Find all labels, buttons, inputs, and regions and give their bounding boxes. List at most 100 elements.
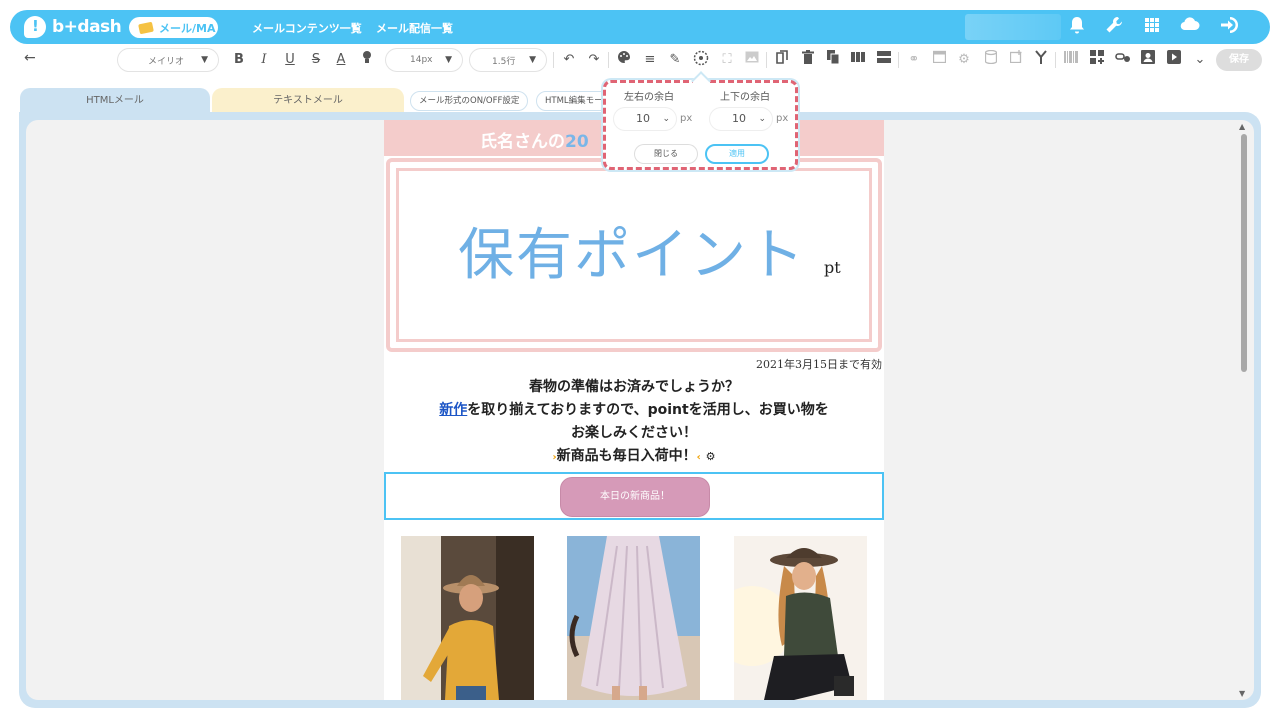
points-title: 保有ポイント (458, 223, 806, 288)
product-photo-2[interactable] (567, 536, 700, 700)
editor-frame: 氏名さんの20 保有ポイント pt 2021年3月15日まで有効 春物の準備はお… (19, 112, 1261, 708)
palette-icon[interactable] (615, 50, 633, 70)
line-height-select[interactable]: 1.5行 ▼ (470, 49, 546, 71)
tab-html-mail[interactable]: HTMLメール (20, 88, 210, 114)
scroll-up-arrow-icon[interactable]: ▲ (1239, 122, 1245, 131)
editor-canvas: 氏名さんの20 保有ポイント pt 2021年3月15日まで有効 春物の準備はお… (26, 120, 1254, 700)
mail-format-toggle-button[interactable]: メール形式のON/OFF設定 (410, 91, 529, 111)
padding-settings-popup: 左右の余白 上下の余白 10 ⌄ px 10 ⌄ px 閉じる 適用 (603, 80, 798, 170)
italic-icon[interactable]: I (255, 50, 273, 70)
envelope-icon (138, 21, 154, 34)
barcode-icon[interactable] (1062, 50, 1080, 70)
line-height-value: 1.5行 (492, 56, 516, 67)
toolbar-divider (608, 52, 609, 68)
chevron-down-icon: ⌄ (758, 114, 766, 124)
font-size-select[interactable]: 14px ▼ (386, 49, 462, 71)
tab-text-mail[interactable]: テキストメール (212, 88, 404, 114)
apply-button[interactable]: 適用 (705, 144, 769, 164)
columns-icon[interactable] (849, 50, 867, 70)
fullscreen-icon[interactable]: ⛶ (718, 50, 736, 70)
top-nav: b+dash メール/MA メールコンテンツ一覧 メール配信一覧 (10, 10, 1270, 44)
chevron-down-icon: ▼ (445, 55, 452, 65)
underline-icon[interactable]: U (281, 50, 299, 70)
link-settings-icon[interactable] (1114, 50, 1132, 70)
body-line-4: ›新商品も毎日入荷中！‹ ⚙ (384, 445, 884, 469)
points-unit: pt (824, 258, 841, 277)
nav-mail-ma-label: メール/MA (159, 21, 216, 35)
link-icon[interactable]: ⚭ (905, 50, 923, 70)
chevron-down-icon: ▼ (201, 55, 208, 65)
wrench-icon[interactable] (1103, 16, 1125, 38)
toolbar-divider (898, 52, 899, 68)
logo-text: b+dash (52, 17, 122, 37)
nav-mail-contents-link[interactable]: メールコンテンツ一覧 (252, 20, 362, 36)
body-line-3: お楽しみください！ (571, 425, 697, 441)
trash-icon[interactable] (799, 50, 817, 70)
vertical-padding-value: 10 (732, 112, 746, 125)
database-icon[interactable] (982, 49, 1000, 70)
new-products-cta-button[interactable]: 本日の新商品！ (560, 477, 710, 517)
image-icon[interactable] (743, 50, 761, 70)
user-info[interactable] (965, 14, 1061, 40)
toolbar-divider (1055, 52, 1056, 68)
padding-settings-icon[interactable] (692, 50, 710, 70)
font-size-value: 14px (410, 55, 433, 65)
vertical-unit: px (776, 113, 789, 124)
bold-icon[interactable]: B (230, 50, 248, 70)
email-header-text: 氏名さんの20 (480, 127, 589, 152)
contact-card-icon[interactable] (1139, 50, 1157, 70)
font-family-value: メイリオ (148, 56, 185, 67)
nav-mail-delivery-link[interactable]: メール配信一覧 (376, 20, 453, 36)
editor-scrollbar[interactable]: ▲ ▼ (1238, 122, 1250, 698)
email-preview: 氏名さんの20 保有ポイント pt 2021年3月15日まで有効 春物の準備はお… (384, 120, 884, 700)
body-line-2-rest: を取り揃えておりますので、pointを活用し、お買い物を (467, 402, 829, 418)
brand-logo[interactable]: b+dash (24, 15, 122, 39)
undo-icon[interactable]: ↶ (560, 50, 578, 70)
chevron-down-icon[interactable]: ⌄ (1191, 50, 1209, 70)
product-photo-1[interactable] (401, 536, 534, 700)
font-color-icon[interactable]: A (332, 50, 350, 70)
horizontal-padding-label: 左右の余白 (624, 92, 674, 103)
editor-toolbar: ← メイリオ ▼ B I U S A 14px ▼ 1.5行 ▼ ↶ ↷ ≡ ✎ (0, 46, 1270, 74)
align-icon[interactable]: ≡ (641, 50, 659, 70)
cloud-user-icon[interactable] (1179, 16, 1201, 38)
horizontal-padding-select[interactable]: 10 ⌄ (614, 108, 676, 130)
add-note-icon[interactable] (1007, 50, 1025, 70)
close-button[interactable]: 閉じる (635, 145, 697, 163)
block-settings-gear-icon[interactable]: ⚙ (706, 450, 716, 463)
fork-icon[interactable] (1032, 50, 1050, 70)
add-block-icon[interactable] (1088, 50, 1106, 70)
highlight-icon[interactable] (358, 50, 376, 70)
product-photo-3[interactable] (734, 536, 867, 700)
copy-block-icon[interactable] (773, 50, 791, 70)
horizontal-unit: px (680, 113, 693, 124)
toolbar-divider (553, 52, 554, 68)
horizontal-padding-value: 10 (636, 112, 650, 125)
logout-icon[interactable] (1218, 16, 1240, 38)
calendar-icon[interactable] (930, 50, 948, 70)
pencil-icon[interactable]: ✎ (666, 50, 684, 70)
bell-icon[interactable] (1066, 16, 1088, 38)
gears-icon[interactable]: ⚙ (955, 50, 973, 70)
video-play-icon[interactable] (1165, 50, 1183, 70)
save-button[interactable]: 保存 (1216, 49, 1262, 71)
apps-grid-icon[interactable] (1141, 16, 1163, 38)
nav-mail-ma-button[interactable]: メール/MA (129, 17, 218, 38)
redo-icon[interactable]: ↷ (585, 50, 603, 70)
email-body-text[interactable]: 春物の準備はお済みでしょうか？ 新作を取り揃えておりますので、pointを活用し… (384, 376, 884, 469)
html-edit-mode-button[interactable]: HTML編集モー (536, 91, 610, 111)
body-line-1: 春物の準備はお済みでしょうか？ (529, 379, 739, 395)
selected-button-block[interactable]: 本日の新商品！ (384, 472, 884, 520)
back-arrow-icon[interactable]: ← (24, 50, 36, 66)
scroll-thumb[interactable] (1241, 134, 1247, 372)
new-items-link[interactable]: 新作 (439, 402, 467, 418)
vertical-padding-select[interactable]: 10 ⌄ (710, 108, 772, 130)
font-family-select[interactable]: メイリオ ▼ (118, 49, 218, 71)
scroll-down-arrow-icon[interactable]: ▼ (1239, 689, 1245, 698)
duplicate-icon[interactable] (824, 50, 842, 70)
strikethrough-icon[interactable]: S (307, 50, 325, 70)
points-box[interactable]: 保有ポイント pt (386, 158, 882, 352)
rows-icon[interactable] (875, 50, 893, 70)
logo-drop-icon (24, 16, 46, 38)
points-valid-until: 2021年3月15日まで有効 (756, 358, 882, 371)
